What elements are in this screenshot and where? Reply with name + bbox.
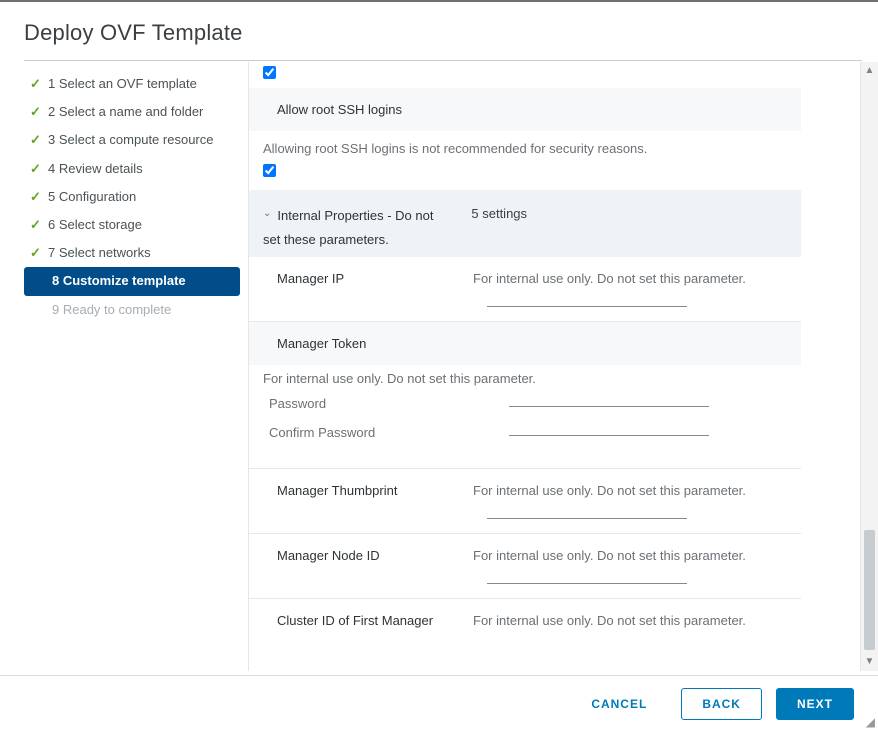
- form-content: Allow root SSH logins Allowing root SSH …: [249, 62, 801, 630]
- step-9: 9 Ready to complete: [24, 296, 240, 324]
- dialog-title: Deploy OVF Template: [0, 2, 878, 60]
- check-icon: ✓: [30, 244, 42, 262]
- scrollbar-thumb[interactable]: [864, 530, 875, 650]
- form-scroll-area: Allow root SSH logins Allowing root SSH …: [248, 62, 860, 671]
- dialog-body: ✓1 Select an OVF template ✓2 Select a na…: [0, 62, 878, 671]
- resize-handle-icon[interactable]: ◢: [866, 715, 875, 729]
- internal-properties-group-header[interactable]: ⌄ Internal Properties - Do not 5 setting…: [249, 190, 801, 257]
- group-title-line2: set these parameters.: [263, 226, 787, 247]
- allow-ssh-row: Allow root SSH logins: [249, 88, 801, 131]
- step-7[interactable]: ✓7 Select networks: [24, 239, 240, 267]
- password-input[interactable]: [509, 406, 709, 407]
- check-icon: ✓: [30, 160, 42, 178]
- manager-node-label: Manager Node ID: [263, 548, 473, 563]
- manager-ip-desc: For internal use only. Do not set this p…: [473, 271, 787, 286]
- check-icon: ✓: [30, 216, 42, 234]
- manager-token-row: Manager Token: [249, 322, 801, 365]
- cancel-button[interactable]: CANCEL: [571, 688, 667, 720]
- manager-ip-label: Manager IP: [263, 271, 473, 286]
- manager-ip-input[interactable]: [487, 306, 687, 307]
- group-count: 5 settings: [471, 206, 527, 221]
- manager-thumb-input[interactable]: [487, 518, 687, 519]
- back-button[interactable]: BACK: [681, 688, 762, 720]
- manager-node-desc: For internal use only. Do not set this p…: [473, 548, 787, 563]
- manager-thumb-desc: For internal use only. Do not set this p…: [473, 483, 787, 498]
- manager-token-note: For internal use only. Do not set this p…: [263, 371, 787, 386]
- cluster-id-desc: For internal use only. Do not set this p…: [473, 613, 787, 628]
- allow-ssh-label: Allow root SSH logins: [263, 102, 787, 117]
- manager-ip-property: Manager IP For internal use only. Do not…: [249, 257, 801, 322]
- chevron-down-icon: ⌄: [263, 206, 271, 219]
- dialog-footer: CANCEL BACK NEXT: [0, 675, 878, 731]
- main-wrap: Allow root SSH logins Allowing root SSH …: [248, 62, 878, 671]
- check-icon: ✓: [30, 188, 42, 206]
- confirm-password-input[interactable]: [509, 435, 709, 436]
- password-label: Password: [269, 396, 509, 411]
- confirm-password-label: Confirm Password: [269, 425, 509, 440]
- check-icon: ✓: [30, 103, 42, 121]
- divider: [24, 60, 862, 61]
- step-4[interactable]: ✓4 Review details: [24, 155, 240, 183]
- checkbox-row-ssh: [249, 160, 801, 190]
- vertical-scrollbar[interactable]: ▲ ▼: [860, 62, 878, 671]
- scroll-down-arrow-icon[interactable]: ▼: [861, 653, 878, 671]
- scroll-up-arrow-icon[interactable]: ▲: [861, 62, 878, 80]
- allow-ssh-checkbox[interactable]: [263, 164, 276, 177]
- top-checkbox[interactable]: [263, 66, 276, 79]
- checkbox-row-top: [249, 62, 801, 88]
- scrollbar-track[interactable]: [861, 80, 878, 653]
- check-icon: ✓: [30, 131, 42, 149]
- step-3[interactable]: ✓3 Select a compute resource: [24, 126, 240, 154]
- manager-node-id-property: Manager Node ID For internal use only. D…: [249, 534, 801, 599]
- step-1[interactable]: ✓1 Select an OVF template: [24, 70, 240, 98]
- wizard-steps: ✓1 Select an OVF template ✓2 Select a na…: [0, 62, 248, 671]
- deploy-ovf-dialog: Deploy OVF Template ✓1 Select an OVF tem…: [0, 0, 878, 731]
- step-6[interactable]: ✓6 Select storage: [24, 211, 240, 239]
- check-icon: ✓: [30, 75, 42, 93]
- step-8-current[interactable]: 8 Customize template: [24, 267, 240, 295]
- manager-node-input[interactable]: [487, 583, 687, 584]
- step-5[interactable]: ✓5 Configuration: [24, 183, 240, 211]
- manager-token-label: Manager Token: [263, 336, 787, 351]
- step-2[interactable]: ✓2 Select a name and folder: [24, 98, 240, 126]
- allow-ssh-note: Allowing root SSH logins is not recommen…: [249, 131, 801, 160]
- next-button[interactable]: NEXT: [776, 688, 854, 720]
- cluster-id-label: Cluster ID of First Manager: [263, 613, 473, 628]
- cluster-id-property: Cluster ID of First Manager For internal…: [249, 599, 801, 630]
- manager-thumb-label: Manager Thumbprint: [263, 483, 473, 498]
- group-title-line1: Internal Properties - Do not: [277, 206, 471, 226]
- manager-thumbprint-property: Manager Thumbprint For internal use only…: [249, 469, 801, 534]
- manager-token-block: For internal use only. Do not set this p…: [249, 365, 801, 469]
